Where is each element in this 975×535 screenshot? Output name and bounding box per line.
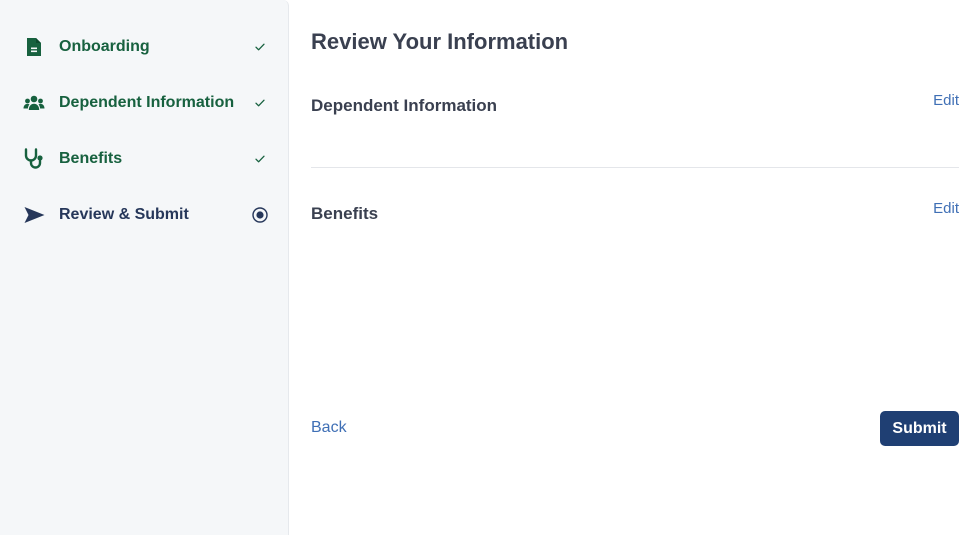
edit-dependent-information-link[interactable]: Edit [933,91,959,111]
check-icon [251,38,269,56]
edit-benefits-link[interactable]: Edit [933,199,959,219]
submit-button[interactable]: Submit [880,411,959,446]
step-label: Onboarding [59,38,150,55]
step-dependent-information[interactable]: Dependent Information [0,83,289,123]
send-icon [22,203,46,227]
check-icon [251,150,269,168]
file-icon [22,35,46,59]
step-sidebar: Onboarding Dependent Information Benefit… [0,0,289,535]
current-step-radio-icon [251,206,269,224]
section-title-dependent-information: Dependent Information [311,96,498,115]
step-label: Benefits [59,150,123,167]
back-link[interactable]: Back [311,418,347,438]
step-label: Dependent Information [59,94,235,111]
step-benefits[interactable]: Benefits [0,139,289,179]
page-title: Review Your Information [311,29,569,54]
users-icon [22,91,46,115]
review-panel: Review Your Information Dependent Inform… [311,0,959,535]
step-label: Review & Submit [59,206,189,223]
section-divider [311,167,959,168]
stethoscope-icon [22,147,46,171]
step-review-submit[interactable]: Review & Submit [0,195,289,235]
app-root: Onboarding Dependent Information Benefit… [0,0,975,535]
section-title-benefits: Benefits [311,204,379,223]
step-onboarding[interactable]: Onboarding [0,27,289,67]
check-icon [251,94,269,112]
